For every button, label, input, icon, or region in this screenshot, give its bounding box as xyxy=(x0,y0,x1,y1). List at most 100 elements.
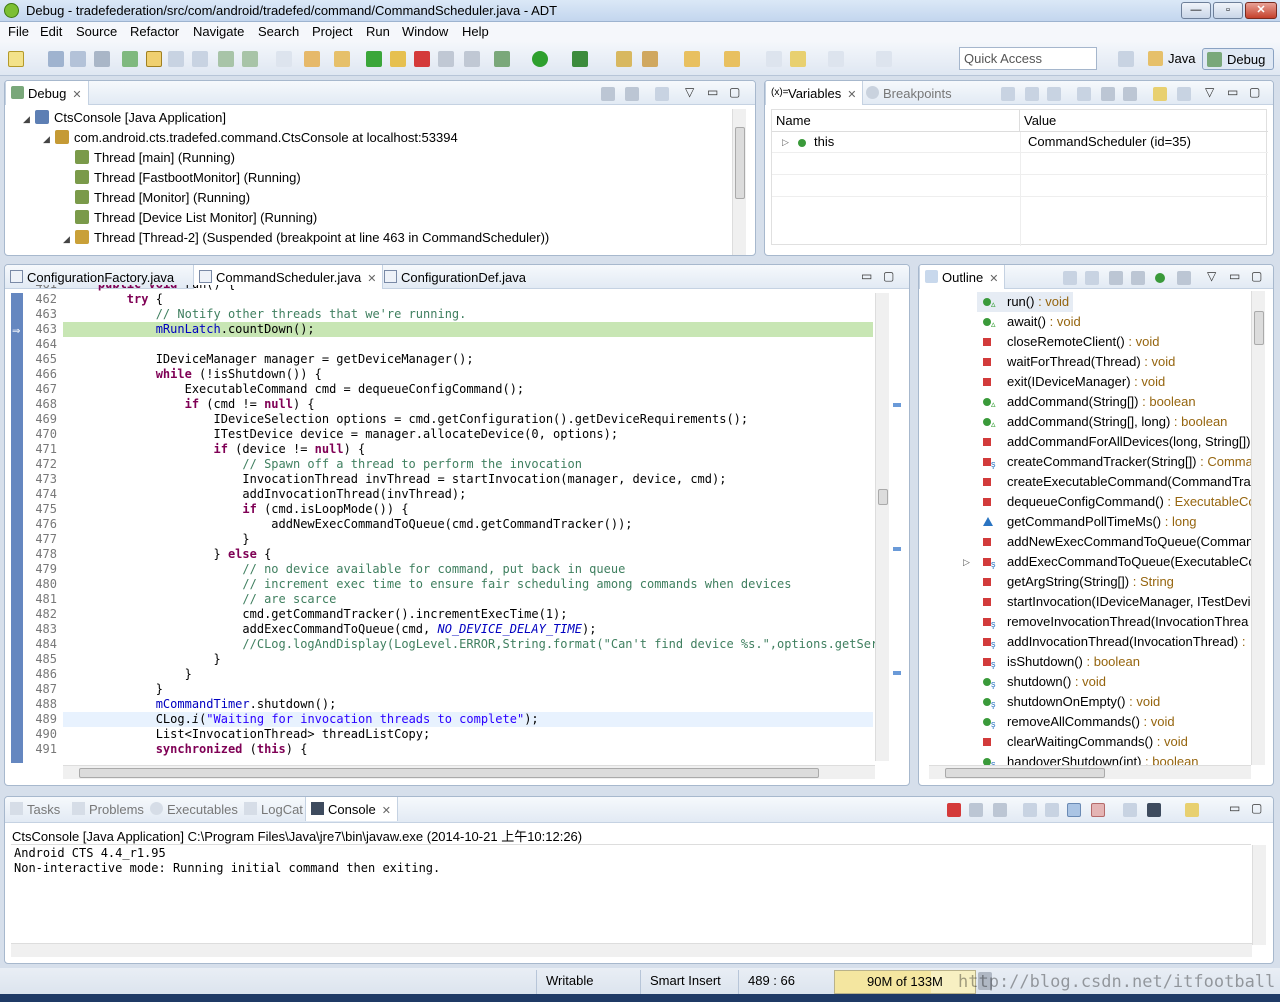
disconnect-icon[interactable] xyxy=(438,51,454,67)
code-line[interactable]: 469 IDeviceSelection options = cmd.getCo… xyxy=(17,412,875,427)
code-line[interactable]: 490 List<InvocationThread> threadListCop… xyxy=(17,727,875,742)
terminate-icon[interactable] xyxy=(414,51,430,67)
minimize-view-icon[interactable]: ▭ xyxy=(707,85,718,99)
outline-item[interactable]: ş isShutdown() : boolean xyxy=(919,652,1251,672)
show-on-stdout-icon[interactable] xyxy=(1067,803,1081,817)
code-line[interactable]: 463 // Notify other threads that we're r… xyxy=(17,307,875,322)
editor-vertical-scrollbar[interactable] xyxy=(875,293,889,761)
tree-item[interactable]: Thread [Monitor] (Running) xyxy=(63,188,250,208)
console-vertical-scrollbar[interactable] xyxy=(1252,845,1266,945)
tab-console[interactable]: Console ✕ xyxy=(305,797,398,821)
step-into-icon[interactable] xyxy=(464,51,480,67)
outline-item[interactable]: dequeueConfigCommand() : ExecutableCo xyxy=(919,492,1251,512)
organize-icon[interactable] xyxy=(242,51,258,67)
collapse-all-icon[interactable] xyxy=(1063,271,1077,285)
minimize-view-icon[interactable]: ▭ xyxy=(1229,269,1240,283)
scroll-thumb[interactable] xyxy=(79,768,819,778)
menu-project[interactable]: Project xyxy=(312,24,352,39)
collapse-all-icon[interactable] xyxy=(1047,87,1061,101)
outline-item[interactable]: ş removeAllCommands() : void xyxy=(919,712,1251,732)
console-horizontal-scrollbar[interactable] xyxy=(11,943,1252,957)
clear-console-icon[interactable] xyxy=(1023,803,1037,817)
outline-item[interactable]: waitForThread(Thread) : void xyxy=(919,352,1251,372)
outline-item[interactable]: ▵ addCommand(String[]) : boolean xyxy=(919,392,1251,412)
code-line[interactable]: 477 } xyxy=(17,532,875,547)
code-line[interactable]: 462 try { xyxy=(17,292,875,307)
remove-terminated-icon[interactable] xyxy=(601,87,615,101)
maximize-button[interactable]: ▫ xyxy=(1213,2,1243,19)
tree-item[interactable]: ◢ Thread [Thread-2] (Suspended (breakpoin… xyxy=(63,228,549,248)
column-header-value[interactable]: Value xyxy=(1020,110,1268,132)
editor-horizontal-scrollbar[interactable] xyxy=(63,765,875,779)
outline-item[interactable]: getArgString(String[]) : String xyxy=(919,572,1251,592)
hide-fields-icon[interactable] xyxy=(1109,271,1123,285)
debug-icon[interactable] xyxy=(494,51,510,67)
scroll-thumb[interactable] xyxy=(1254,311,1264,345)
menu-window[interactable]: Window xyxy=(402,24,448,39)
terminate-icon[interactable] xyxy=(947,803,961,817)
code-line[interactable]: 470 ITestDevice device = manager.allocat… xyxy=(17,427,875,442)
code-line[interactable]: 472 // Spawn off a thread to perform the… xyxy=(17,457,875,472)
console-output[interactable]: Android CTS 4.4_r1.95 Non-interactive mod… xyxy=(14,845,1244,943)
menu-refactor[interactable]: Refactor xyxy=(130,24,179,39)
scroll-thumb[interactable] xyxy=(878,489,888,505)
overview-marker[interactable] xyxy=(893,403,901,407)
external-tools-icon[interactable] xyxy=(572,51,588,67)
refresh-icon[interactable] xyxy=(304,51,320,67)
skip-breakpoints-icon[interactable] xyxy=(334,51,350,67)
tab-breakpoints[interactable]: Breakpoints xyxy=(861,81,958,105)
tree-item[interactable]: ◢ com.android.cts.tradefed.command.CtsCon… xyxy=(43,128,458,148)
maximize-view-icon[interactable]: ▢ xyxy=(1251,269,1262,283)
remove-all-launches-icon[interactable] xyxy=(993,803,1007,817)
maximize-view-icon[interactable]: ▢ xyxy=(883,269,894,283)
menu-run[interactable]: Run xyxy=(366,24,390,39)
code-line[interactable]: 480 // increment exec time to ensure fai… xyxy=(17,577,875,592)
perspective-debug-button[interactable]: Debug xyxy=(1202,48,1274,70)
code-line[interactable]: 471 if (device != null) { xyxy=(17,442,875,457)
display-console-icon[interactable] xyxy=(1147,803,1161,817)
code-line[interactable]: 464 xyxy=(17,337,875,352)
code-line[interactable]: 481 // are scarce xyxy=(17,592,875,607)
outline-item[interactable]: ş createCommandTracker(String[]) : Comma xyxy=(919,452,1251,472)
nav-forward-icon[interactable] xyxy=(828,51,844,67)
hide-static-icon[interactable] xyxy=(1131,271,1145,285)
expand-toggle-icon[interactable]: ◢ xyxy=(23,109,35,129)
minimize-button[interactable]: — xyxy=(1181,2,1211,19)
show-logical-structure-icon[interactable] xyxy=(1025,87,1039,101)
menu-edit[interactable]: Edit xyxy=(40,24,62,39)
maximize-view-icon[interactable]: ▢ xyxy=(1251,801,1262,815)
tab-outline[interactable]: Outline ✕ xyxy=(919,265,1006,289)
resume-icon[interactable] xyxy=(366,51,382,67)
maximize-view-icon[interactable]: ▢ xyxy=(729,85,740,99)
run-icon[interactable] xyxy=(532,51,548,67)
outline-item[interactable]: startInvocation(IDeviceManager, ITestDev… xyxy=(919,592,1251,612)
scroll-thumb[interactable] xyxy=(945,768,1105,778)
quick-access-input[interactable]: Quick Access xyxy=(959,47,1097,70)
layout-icon[interactable] xyxy=(1177,87,1191,101)
code-line[interactable]: 463 mRunLatch.countDown(); xyxy=(17,322,875,337)
outline-item[interactable]: ▵ run() : void xyxy=(977,292,1073,312)
close-button[interactable]: ✕ xyxy=(1245,2,1277,19)
tab-executables[interactable]: Executables xyxy=(145,797,244,821)
new-icon[interactable] xyxy=(8,51,24,67)
menu-search[interactable]: Search xyxy=(258,24,299,39)
outline-item[interactable]: ş shutdown() : void xyxy=(919,672,1251,692)
outline-horizontal-scrollbar[interactable] xyxy=(929,765,1251,779)
code-line[interactable]: 461 public void run() { xyxy=(17,285,875,292)
code-line[interactable]: 474 addInvocationThread(invThread); xyxy=(17,487,875,502)
tab-problems[interactable]: Problems xyxy=(67,797,150,821)
open-console-icon[interactable] xyxy=(1185,803,1199,817)
show-type-names-icon[interactable] xyxy=(1001,87,1015,101)
tree-item[interactable]: Thread [main] (Running) xyxy=(63,148,235,168)
code-line[interactable]: 478 } else { xyxy=(17,547,875,562)
close-tab-icon[interactable]: ✕ xyxy=(72,89,81,101)
debug-tree-scrollbar[interactable] xyxy=(732,109,746,255)
prev-annotation-icon[interactable] xyxy=(724,51,740,67)
close-tab-icon[interactable]: ✕ xyxy=(367,273,376,285)
highlight-icon[interactable] xyxy=(146,51,162,67)
code-line[interactable]: 483 addExecCommandToQueue(cmd, NO_DEVICE… xyxy=(17,622,875,637)
tab-logcat[interactable]: LogCat xyxy=(239,797,309,821)
view-menu-icon[interactable]: ▽ xyxy=(685,85,694,99)
outline-item[interactable]: addCommandForAllDevices(long, String[]) xyxy=(919,432,1251,452)
scroll-lock-icon[interactable] xyxy=(1045,803,1059,817)
